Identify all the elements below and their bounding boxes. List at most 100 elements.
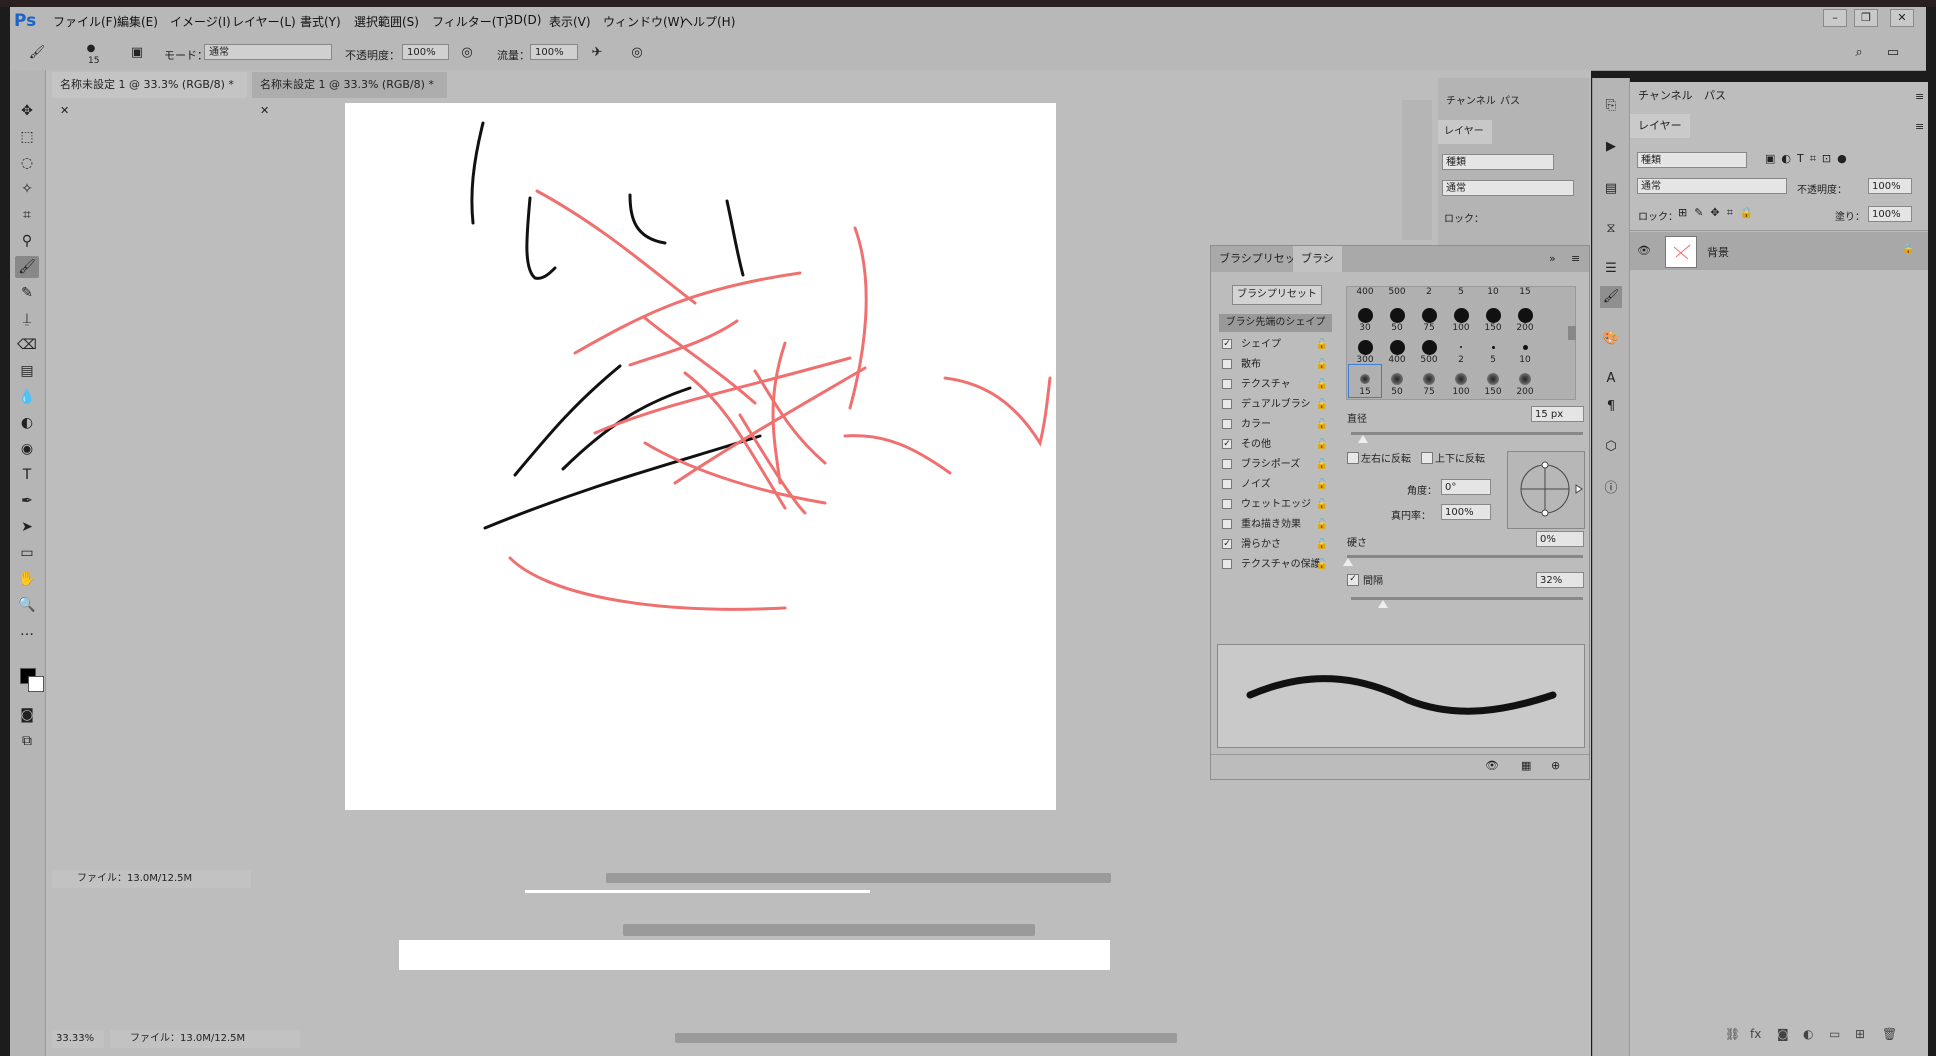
- brush-tip-cell[interactable]: 30: [1349, 301, 1381, 333]
- lock-icon[interactable]: 🔓: [1316, 355, 1328, 374]
- visibility-eye-icon[interactable]: 👁: [1637, 244, 1651, 257]
- brush-option-checkbox[interactable]: [1222, 519, 1232, 529]
- brush-tip-cell[interactable]: 50: [1381, 301, 1413, 333]
- hardness-input[interactable]: 0%: [1536, 531, 1584, 547]
- flip-y-checkbox[interactable]: [1421, 452, 1433, 464]
- close-window-button[interactable]: ✕: [1890, 9, 1914, 27]
- horizontal-scrollbar-3[interactable]: [675, 1033, 1177, 1043]
- lock-icon[interactable]: 🔓: [1316, 515, 1328, 534]
- eyedropper-tool-icon[interactable]: ⚲: [15, 230, 39, 252]
- panel-menu-icon[interactable]: ≡: [1571, 252, 1580, 265]
- pen-tool-icon[interactable]: ✒: [15, 490, 39, 512]
- workspace-icon[interactable]: ▭: [1884, 44, 1902, 62]
- restore-button[interactable]: ❐: [1854, 9, 1878, 27]
- info-icon[interactable]: ⓘ: [1600, 478, 1622, 500]
- brush-option-checkbox[interactable]: [1222, 379, 1232, 389]
- menu-item-5[interactable]: 選択範囲(S): [354, 13, 419, 30]
- lock-icon[interactable]: 🔓: [1316, 535, 1328, 554]
- pressure-opacity-icon[interactable]: ◎: [458, 44, 476, 62]
- properties-icon[interactable]: ▤: [1600, 178, 1622, 200]
- more-tools-icon[interactable]: …: [15, 620, 39, 642]
- brush-option-row[interactable]: ウェットエッジ 🔓: [1219, 495, 1332, 514]
- spacing-slider-thumb[interactable]: [1378, 600, 1388, 608]
- brush-tip-cell[interactable]: 50: [1381, 365, 1413, 397]
- stamp-tool-icon[interactable]: ⍊: [15, 308, 39, 330]
- menu-item-7[interactable]: 3D(D): [506, 13, 541, 27]
- shape-tool-icon[interactable]: ▭: [15, 542, 39, 564]
- hardness-slider-thumb[interactable]: [1343, 558, 1353, 566]
- swatches-icon[interactable]: 🎨: [1600, 328, 1622, 350]
- hardness-slider[interactable]: [1347, 555, 1583, 558]
- layer-opacity-input[interactable]: 100%: [1868, 178, 1912, 194]
- lock-icon[interactable]: 🔓: [1316, 415, 1328, 434]
- lock-icon[interactable]: 🔓: [1316, 335, 1328, 354]
- brush-option-row[interactable]: ノイズ 🔓: [1219, 475, 1332, 494]
- layer-filter-icons[interactable]: ▣◐T⌗⊡●: [1765, 152, 1853, 166]
- dodge-tool-icon[interactable]: ◐: [15, 412, 39, 434]
- path-select-tool-icon[interactable]: ➤: [15, 516, 39, 538]
- tab-paths[interactable]: パス: [1696, 84, 1734, 108]
- menu-item-10[interactable]: ヘルプ(H): [681, 13, 735, 30]
- move-tool-icon[interactable]: ✥: [15, 100, 39, 122]
- brush-option-checkbox[interactable]: [1222, 559, 1232, 569]
- screen-mode-icon[interactable]: ⧉: [15, 730, 39, 752]
- menu-item-8[interactable]: 表示(V): [549, 13, 591, 30]
- pressure-size-icon[interactable]: ◎: [628, 44, 646, 62]
- type-tool-icon[interactable]: T: [15, 464, 39, 486]
- brush-tip-cell[interactable]: 300: [1349, 333, 1381, 365]
- horizontal-scrollbar[interactable]: [606, 873, 1111, 883]
- canvas[interactable]: [345, 103, 1056, 810]
- tip-grid-scrollbar[interactable]: [1568, 326, 1576, 340]
- lock-icon[interactable]: 🔓: [1316, 475, 1328, 494]
- brush-grid-icon[interactable]: ▦: [1521, 759, 1531, 772]
- menu-item-0[interactable]: ファイル(F): [53, 13, 117, 30]
- gradient-tool-icon[interactable]: ▤: [15, 360, 39, 382]
- brush-tip-cell[interactable]: 15: [1348, 364, 1382, 398]
- mid-kind-filter[interactable]: 種類: [1442, 154, 1554, 170]
- brush-tip-shape-header[interactable]: ブラシ先端のシェイプ: [1219, 314, 1332, 332]
- lock-icon[interactable]: 🔓: [1316, 375, 1328, 394]
- brush-tip-cell[interactable]: 100: [1445, 365, 1477, 397]
- pencil-tool-icon[interactable]: ✎: [15, 282, 39, 304]
- brush-tip-cell[interactable]: 75: [1413, 301, 1445, 333]
- layer-kind-filter[interactable]: 種類: [1637, 152, 1747, 168]
- search-icon[interactable]: ⌕: [1850, 44, 1868, 62]
- lock-icon[interactable]: 🔓: [1316, 435, 1328, 454]
- brush-option-row[interactable]: ブラシポーズ 🔓: [1219, 455, 1332, 474]
- layer-name[interactable]: 背景: [1707, 244, 1729, 260]
- layers-menu-icon[interactable]: ≡: [1915, 120, 1924, 133]
- paragraph-icon[interactable]: ¶: [1600, 396, 1622, 418]
- document-tab[interactable]: 名称未設定 1 @ 33.3% (RGB/8) * ✕: [252, 72, 447, 117]
- tab-layers[interactable]: レイヤー: [1630, 114, 1690, 138]
- diameter-slider[interactable]: [1351, 432, 1583, 435]
- lasso-tool-icon[interactable]: ◌: [15, 152, 39, 174]
- tab-brush[interactable]: ブラシ: [1293, 246, 1342, 272]
- fill-input[interactable]: 100%: [1868, 206, 1912, 222]
- angle-input[interactable]: 0°: [1441, 479, 1491, 495]
- brush-tool-icon[interactable]: 🖌: [28, 44, 46, 62]
- horizontal-scrollbar-2[interactable]: [623, 924, 1035, 936]
- background-color-swatch[interactable]: [28, 676, 44, 692]
- brush-presets-button[interactable]: ブラシプリセット: [1232, 285, 1322, 305]
- lock-icon[interactable]: 🔓: [1316, 495, 1328, 514]
- brush-option-row[interactable]: ✓ 滑らかさ 🔓: [1219, 535, 1332, 554]
- spacing-checkbox[interactable]: ✓: [1347, 574, 1359, 586]
- mid-channel-tab[interactable]: チャンネル: [1446, 92, 1496, 107]
- roundness-input[interactable]: 100%: [1441, 504, 1491, 520]
- brush-tip-cell[interactable]: 200: [1509, 301, 1541, 333]
- zoom-tool-icon[interactable]: 🔍: [15, 594, 39, 616]
- new-group-icon[interactable]: ▭: [1829, 1027, 1840, 1041]
- angle-preview[interactable]: [1507, 451, 1585, 529]
- character-icon[interactable]: A: [1600, 368, 1622, 390]
- brush-option-checkbox[interactable]: [1222, 459, 1232, 469]
- eraser-tool-icon[interactable]: ⌫: [15, 334, 39, 356]
- layer-style-icon[interactable]: fx: [1750, 1027, 1761, 1041]
- quick-mask-icon[interactable]: ◙: [15, 704, 39, 726]
- flip-x-checkbox[interactable]: [1347, 452, 1359, 464]
- brush-option-row[interactable]: ✓ その他 🔓: [1219, 435, 1332, 454]
- lock-icon[interactable]: 🔓: [1316, 455, 1328, 474]
- brush-tip-cell[interactable]: 5: [1477, 333, 1509, 365]
- brush-option-row[interactable]: ✓ シェイプ 🔓: [1219, 335, 1332, 354]
- menu-item-3[interactable]: レイヤー(L): [232, 13, 296, 30]
- rotate-view-tool-icon[interactable]: ✋: [15, 568, 39, 590]
